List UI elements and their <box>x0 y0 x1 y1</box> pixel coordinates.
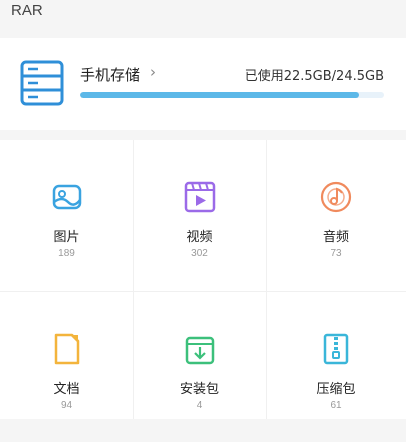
storage-usage-text: 已使用22.5GB/24.5GB <box>244 69 384 84</box>
category-count: 189 <box>58 248 75 259</box>
category-archives[interactable]: 压缩包 61 <box>266 292 406 442</box>
storage-progress-bar <box>80 92 384 98</box>
category-label: 安装包 <box>179 382 219 397</box>
category-videos[interactable]: 视频 302 <box>133 140 266 290</box>
storage-progress-fill <box>80 92 360 98</box>
video-icon <box>184 181 215 213</box>
category-count: 302 <box>191 248 208 259</box>
music-disc-icon <box>320 181 352 213</box>
category-count: 94 <box>60 400 73 411</box>
category-grid: 图片 189 视频 302 音频 73 文档 94 安装包 4 压缩包 61 <box>0 140 406 419</box>
category-count: 4 <box>196 400 203 411</box>
category-audio[interactable]: 音频 73 <box>266 140 406 290</box>
document-icon <box>54 333 79 365</box>
category-count: 61 <box>330 400 342 411</box>
category-label: 图片 <box>53 230 80 245</box>
category-install-packages[interactable]: 安装包 4 <box>133 292 266 442</box>
category-count: 73 <box>330 248 342 259</box>
install-package-icon <box>185 336 214 365</box>
category-label: 音频 <box>322 230 349 245</box>
app-title: RAR <box>11 2 43 19</box>
category-label: 视频 <box>186 230 213 245</box>
category-documents[interactable]: 文档 94 <box>0 292 133 442</box>
category-label: 文档 <box>53 382 80 397</box>
image-icon <box>52 184 81 210</box>
top-bar: RAR <box>0 0 406 30</box>
zip-file-icon <box>323 333 349 365</box>
storage-label: 手机存储 <box>80 66 141 84</box>
phone-storage-card[interactable]: 手机存储 › 已使用22.5GB/24.5GB <box>0 38 406 130</box>
chevron-right-icon: › <box>150 63 156 81</box>
server-storage-icon <box>20 60 64 106</box>
category-label: 压缩包 <box>316 382 356 397</box>
category-images[interactable]: 图片 189 <box>0 140 133 290</box>
